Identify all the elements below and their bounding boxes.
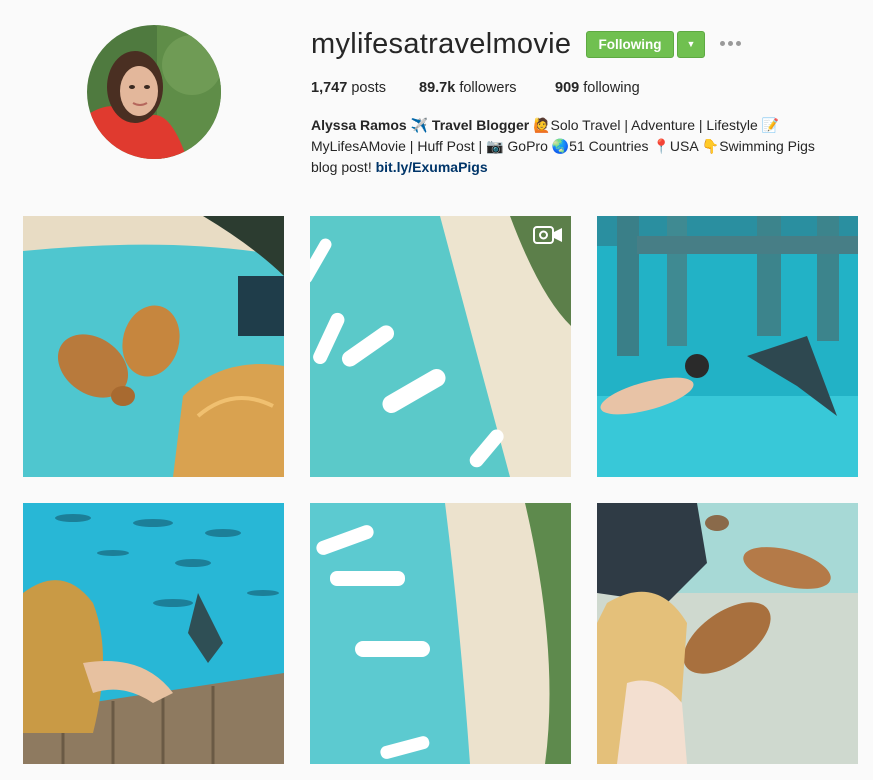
post-thumbnail-2[interactable] — [310, 216, 571, 477]
bio-full-name: Alyssa Ramos ✈️ Travel Blogger — [311, 117, 530, 133]
post-thumbnail-5[interactable] — [310, 503, 571, 764]
post-thumbnail-4[interactable] — [23, 503, 284, 764]
bio-link[interactable]: bit.ly/ExumaPigs — [376, 159, 488, 175]
post-thumbnail-3[interactable] — [597, 216, 858, 477]
posts-count: 1,747 — [311, 80, 348, 96]
posts-label: posts — [347, 80, 386, 96]
bio-text-line-3: blog post! — [311, 159, 376, 175]
profile-bio: Alyssa Ramos ✈️ Travel Blogger 🙋Solo Tra… — [311, 115, 851, 178]
followers-label: followers — [455, 80, 517, 96]
following-button[interactable]: Following — [586, 31, 674, 58]
following-count: 909 — [555, 80, 580, 96]
bio-text-line-2: MyLifesAMovie | Huff Post | 📷 GoPro 🌏51 … — [311, 138, 815, 154]
profile-avatar[interactable] — [87, 25, 221, 159]
followers-count: 89.7k — [419, 80, 456, 96]
following-label: following — [579, 80, 640, 96]
following-stat[interactable]: 909 following — [555, 80, 640, 96]
photo-grid — [23, 216, 858, 766]
profile-username: mylifesatravelmovie — [311, 28, 572, 60]
video-camera-icon — [533, 226, 562, 244]
bio-text-line-1: 🙋Solo Travel | Adventure | Lifestyle 📝 — [529, 117, 780, 133]
post-thumbnail-1[interactable] — [23, 216, 284, 477]
posts-stat: 1,747 posts — [311, 80, 386, 96]
follow-options-dropdown-button[interactable]: ▼ — [677, 31, 705, 58]
followers-stat[interactable]: 89.7k followers — [419, 80, 517, 96]
more-options-icon[interactable] — [720, 37, 742, 51]
post-thumbnail-6[interactable] — [597, 503, 858, 764]
